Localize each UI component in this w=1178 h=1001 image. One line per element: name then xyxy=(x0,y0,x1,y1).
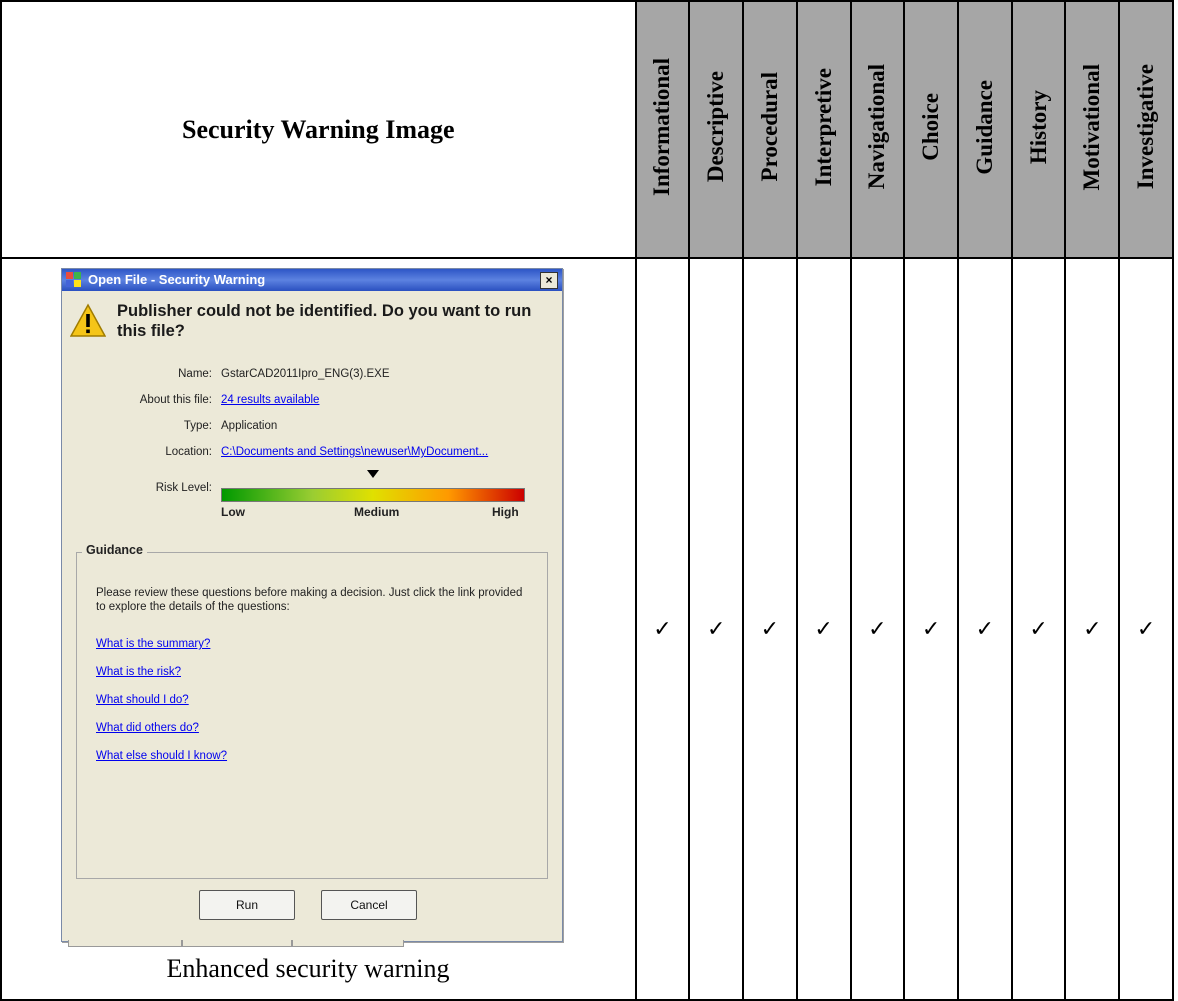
security-warning-dialog: Open File - Security Warning × Publisher… xyxy=(61,268,563,942)
header-label: Guidance xyxy=(971,79,997,175)
header-label: Interpretive xyxy=(810,67,836,187)
application-icon xyxy=(66,272,81,287)
check-guidance: ✓ xyxy=(956,257,1013,1001)
background-window-fragment xyxy=(182,940,292,947)
background-window-fragment xyxy=(68,940,182,947)
header-choice: Choice xyxy=(903,0,959,259)
run-button[interactable]: Run xyxy=(199,890,295,920)
header-investigative: Investigative xyxy=(1118,0,1174,259)
header-label: Informational xyxy=(649,58,675,196)
name-value: GstarCAD2011Ipro_ENG(3).EXE xyxy=(221,368,390,380)
check-descriptive: ✓ xyxy=(688,257,745,1001)
check-history: ✓ xyxy=(1010,257,1067,1001)
type-label: Type: xyxy=(183,420,212,432)
about-file-label: About this file: xyxy=(139,394,212,406)
check-choice: ✓ xyxy=(903,257,959,1001)
check-investigative: ✓ xyxy=(1118,257,1174,1001)
guidance-title: Guidance xyxy=(82,543,147,557)
warning-icon xyxy=(70,303,106,337)
header-label: History xyxy=(1025,89,1051,165)
header-label: Procedural xyxy=(756,72,782,182)
link-what-is-risk[interactable]: What is the risk? xyxy=(96,666,181,678)
header-informational: Informational xyxy=(634,0,691,259)
header-label: Descriptive xyxy=(703,71,729,183)
risk-level-label: Risk Level: xyxy=(155,482,212,494)
header-row: Security Warning Image Informational Des… xyxy=(0,0,1174,259)
dialog-title-bar[interactable]: Open File - Security Warning × xyxy=(62,269,562,291)
check-motivational: ✓ xyxy=(1064,257,1121,1001)
type-value: Application xyxy=(221,420,278,432)
check-informational: ✓ xyxy=(634,257,691,1001)
close-button[interactable]: × xyxy=(540,272,558,289)
header-guidance: Guidance xyxy=(956,0,1013,259)
image-caption: Enhanced security warning xyxy=(166,954,450,983)
link-what-is-summary[interactable]: What is the summary? xyxy=(96,638,210,650)
dialog-title: Open File - Security Warning xyxy=(88,272,266,287)
image-cell: Open File - Security Warning × Publisher… xyxy=(0,257,637,1001)
link-what-did-others-do[interactable]: What did others do? xyxy=(96,722,199,734)
header-motivational: Motivational xyxy=(1064,0,1121,259)
warning-headline: Publisher could not be identified. Do yo… xyxy=(117,302,532,340)
guidance-text: Please review these questions before mak… xyxy=(96,587,523,613)
about-file-link[interactable]: 24 results available xyxy=(221,394,319,406)
header-label: Choice xyxy=(918,93,944,161)
risk-level-bar xyxy=(221,488,525,502)
header-descriptive: Descriptive xyxy=(688,0,745,259)
link-what-should-i-do[interactable]: What should I do? xyxy=(96,694,189,706)
header-interpretive: Interpretive xyxy=(795,0,852,259)
header-label: Navigational xyxy=(864,64,890,190)
header-label: Investigative xyxy=(1133,64,1159,190)
content-row: Open File - Security Warning × Publisher… xyxy=(0,257,1174,1001)
header-history: History xyxy=(1010,0,1067,259)
risk-high-label: High xyxy=(492,505,519,519)
background-window-fragment xyxy=(292,940,404,947)
link-what-else-know[interactable]: What else should I know? xyxy=(96,750,227,762)
risk-low-label: Low xyxy=(221,505,245,519)
location-link[interactable]: C:\Documents and Settings\newuser\MyDocu… xyxy=(221,446,488,458)
check-navigational: ✓ xyxy=(849,257,906,1001)
header-navigational: Navigational xyxy=(849,0,906,259)
risk-level-marker xyxy=(367,470,379,478)
classification-table: Security Warning Image Informational Des… xyxy=(0,0,1174,1001)
header-procedural: Procedural xyxy=(742,0,798,259)
risk-medium-label: Medium xyxy=(354,505,400,519)
header-security-warning-image: Security Warning Image xyxy=(0,0,637,259)
header-label: Motivational xyxy=(1079,63,1105,191)
location-label: Location: xyxy=(165,446,212,458)
cancel-button[interactable]: Cancel xyxy=(321,890,417,920)
name-label: Name: xyxy=(178,368,212,380)
check-procedural: ✓ xyxy=(742,257,798,1001)
check-interpretive: ✓ xyxy=(795,257,852,1001)
